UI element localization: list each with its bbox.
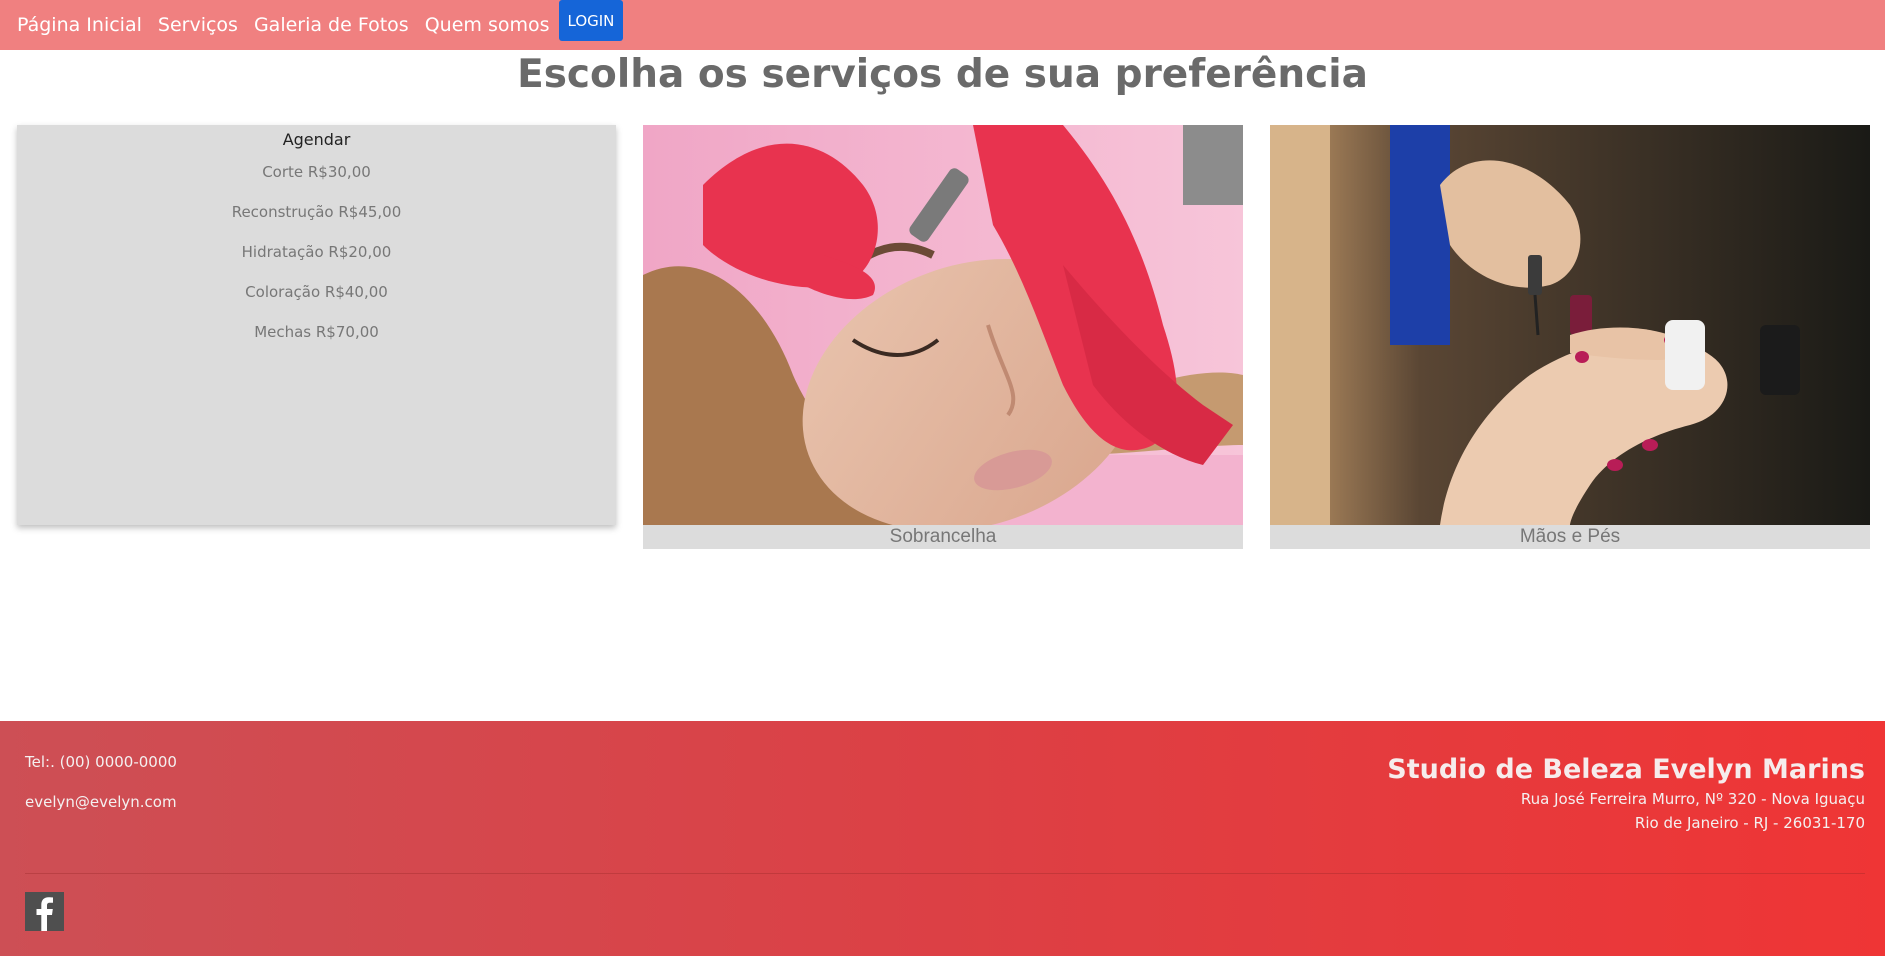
service-item-reconstrucao: Reconstrução R$45,00 (231, 203, 402, 221)
service-item-coloracao: Coloração R$40,00 (245, 283, 388, 301)
nav-link-services[interactable]: Serviços (158, 14, 238, 36)
address-line-2: Rio de Janeiro - RJ - 26031-170 (1634, 814, 1865, 832)
address-line-1: Rua José Ferreira Murro, Nº 320 - Nova I… (1520, 790, 1865, 808)
footer-divider (25, 873, 1865, 874)
facebook-icon[interactable] (25, 892, 64, 931)
eyebrow-treatment-photo (643, 125, 1243, 525)
service-item-hidratacao: Hidratação R$20,00 (241, 243, 392, 261)
gallery-card-eyebrow[interactable]: Sobrancelha (643, 125, 1243, 549)
studio-name: Studio de Beleza Evelyn Marins (1387, 754, 1865, 785)
manicure-photo (1270, 125, 1870, 525)
email-link[interactable]: evelyn@evelyn.com (25, 791, 177, 831)
page-title: Escolha os serviços de sua preferência (517, 52, 1368, 97)
login-button[interactable]: LOGIN (558, 0, 624, 41)
nav-link-gallery[interactable]: Galeria de Fotos (254, 14, 409, 36)
nav-link-home[interactable]: Página Inicial (17, 14, 142, 36)
contact-info: Tel:. (00) 0000-0000 evelyn@evelyn.com (25, 751, 177, 831)
gallery-caption-manicure: Mãos e Pés (1519, 526, 1621, 547)
top-navbar: Página Inicial Serviços Galeria de Fotos… (0, 0, 1885, 50)
nav-link-about[interactable]: Quem somos (425, 14, 550, 36)
service-list: Corte R$30,00 Reconstrução R$45,00 Hidra… (17, 152, 616, 352)
phone-text: Tel:. (00) 0000-0000 (25, 753, 177, 771)
services-card: Agendar Corte R$30,00 Reconstrução R$45,… (17, 125, 616, 525)
gallery-card-manicure[interactable]: Mãos e Pés (1270, 125, 1870, 549)
studio-info: Studio de Beleza Evelyn Marins Rua José … (1387, 753, 1865, 835)
service-item-mechas: Mechas R$70,00 (254, 323, 379, 341)
schedule-link[interactable]: Agendar (17, 128, 616, 152)
site-footer: Tel:. (00) 0000-0000 evelyn@evelyn.com S… (0, 721, 1885, 956)
gallery-caption-eyebrow: Sobrancelha (889, 526, 997, 547)
service-item-corte: Corte R$30,00 (262, 163, 371, 181)
